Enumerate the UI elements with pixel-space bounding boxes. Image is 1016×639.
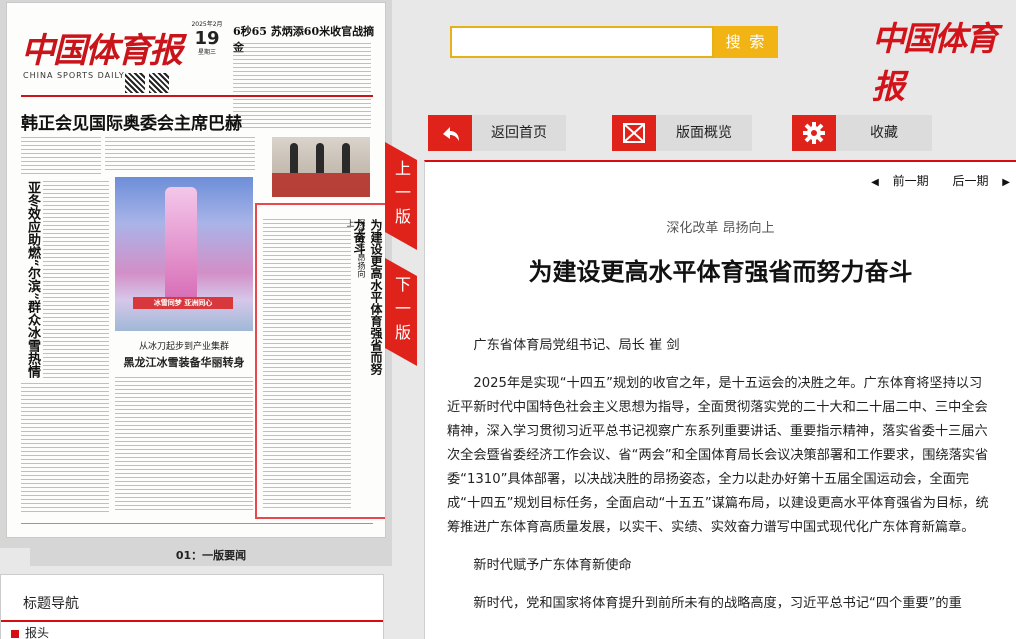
selected-article-highlight[interactable]: 为建设更高水平体育强省而努力奋斗 深化改革 昂扬向上 (255, 203, 385, 519)
caption-kicker: 从冰刀起步到产业集群 (138, 342, 229, 352)
newspaper-masthead: 中国体育报 (21, 31, 183, 71)
next-issue-label: 后一期 (952, 174, 989, 188)
body-text-block (43, 181, 109, 381)
brand-logo: 中国体育报 (872, 19, 998, 106)
headline-navigation: 标题导航 报头 (0, 574, 384, 639)
article-paragraph: 新时代，党和国家将体育提升到前所未有的战略高度，习近平总书记“四个重要”的重 (473, 596, 962, 611)
envelope-icon (612, 115, 656, 151)
page-overview-label: 版面概览 (676, 125, 732, 141)
newspaper-panel: 中国体育报 CHINA SPORTS DAILY 2025年2月 19 星期三 … (0, 0, 416, 639)
photo-caption: 从冰刀起步到产业集群 黑龙江冰雪装备华丽转身 (115, 339, 253, 370)
triangle-right-icon: ▶ (1002, 177, 1010, 188)
gear-icon (792, 115, 836, 151)
page-label: 01：一版要闻 (30, 546, 392, 566)
navigation-title: 标题导航 (1, 575, 383, 622)
lead-headline: 韩正会见国际奥委会主席巴赫 (21, 114, 242, 134)
qr-code-icon (149, 73, 169, 93)
search-bar: 搜 索 (450, 26, 780, 58)
article-headline: 为建设更高水平体育强省而努力奋斗 (528, 258, 913, 286)
newspaper-masthead-en: CHINA SPORTS DAILY (23, 71, 125, 80)
search-button[interactable]: 搜 索 (714, 26, 778, 58)
section-heading: 新时代赋予广东体育新使命 (473, 558, 632, 573)
body-text-block (21, 383, 109, 513)
page-thumbnail[interactable]: 中国体育报 CHINA SPORTS DAILY 2025年2月 19 星期三 … (6, 2, 386, 538)
photo-banner: 冰雪同梦 亚洲同心 (133, 297, 233, 309)
page-overview-button[interactable]: 版面概览 (612, 115, 752, 151)
article-panel: ◀ 前一期 后一期 ▶ 深化改革 昂扬向上 为建设更高水平体育强省而努力奋斗 广… (424, 160, 1016, 639)
search-input[interactable] (450, 26, 714, 58)
reply-arrow-icon (428, 115, 472, 151)
favorite-button[interactable]: 收藏 (792, 115, 932, 151)
date-weekday: 星期三 (197, 49, 216, 56)
body-text-block (21, 137, 101, 177)
article-paragraph: 2025年是实现“十四五”规划的收官之年，是十五运会的决胜之年。广东体育将坚持以… (447, 376, 989, 535)
next-issue-link[interactable]: 后一期 ▶ (942, 174, 1010, 188)
page-thumbnail-frame: 中国体育报 CHINA SPORTS DAILY 2025年2月 19 星期三 … (0, 0, 392, 548)
footer-rule (21, 523, 373, 524)
body-text-block (233, 43, 371, 131)
article-body: 广东省体育局党组书记、局长 崔 剑 2025年是实现“十四五”规划的收官之年，是… (447, 334, 995, 630)
article-byline: 广东省体育局党组书记、局长 崔 剑 (473, 338, 680, 353)
ice-tower (165, 187, 197, 297)
caption-headline: 黑龙江冰雪装备华丽转身 (123, 356, 245, 369)
runner-figure (342, 143, 350, 173)
prev-issue-link[interactable]: ◀ 前一期 (861, 174, 929, 188)
runner-figure (316, 143, 324, 173)
date-day: 19 (194, 28, 220, 49)
issue-pager: ◀ 前一期 后一期 ▶ (851, 172, 1010, 189)
favorite-label: 收藏 (870, 125, 898, 141)
runner-figure (290, 143, 298, 173)
sprint-photo (272, 137, 370, 197)
vertical-headline-left: 亚冬效应助燃“尔滨”群众冰雪热情 (25, 181, 40, 378)
prev-issue-label: 前一期 (892, 174, 929, 188)
body-text-block (105, 137, 255, 173)
body-text-block (115, 377, 253, 513)
next-page-tab[interactable]: 下一版 (385, 258, 417, 366)
home-button[interactable]: 返回首页 (428, 115, 566, 151)
body-text-block (263, 219, 351, 509)
home-label: 返回首页 (491, 125, 547, 141)
prev-page-tab[interactable]: 上一版 (385, 142, 417, 250)
ice-festival-photo: 冰雪同梦 亚洲同心 (115, 177, 253, 331)
triangle-left-icon: ◀ (871, 177, 879, 188)
date-month: 2025年2月 (191, 21, 223, 28)
qr-code-icon (125, 73, 145, 93)
masthead-rule (21, 95, 373, 97)
newspaper-date: 2025年2月 19 星期三 (185, 21, 229, 57)
article-subtitle: 深化改革 昂扬向上 (666, 221, 775, 236)
nav-item[interactable]: 报头 (1, 622, 383, 639)
